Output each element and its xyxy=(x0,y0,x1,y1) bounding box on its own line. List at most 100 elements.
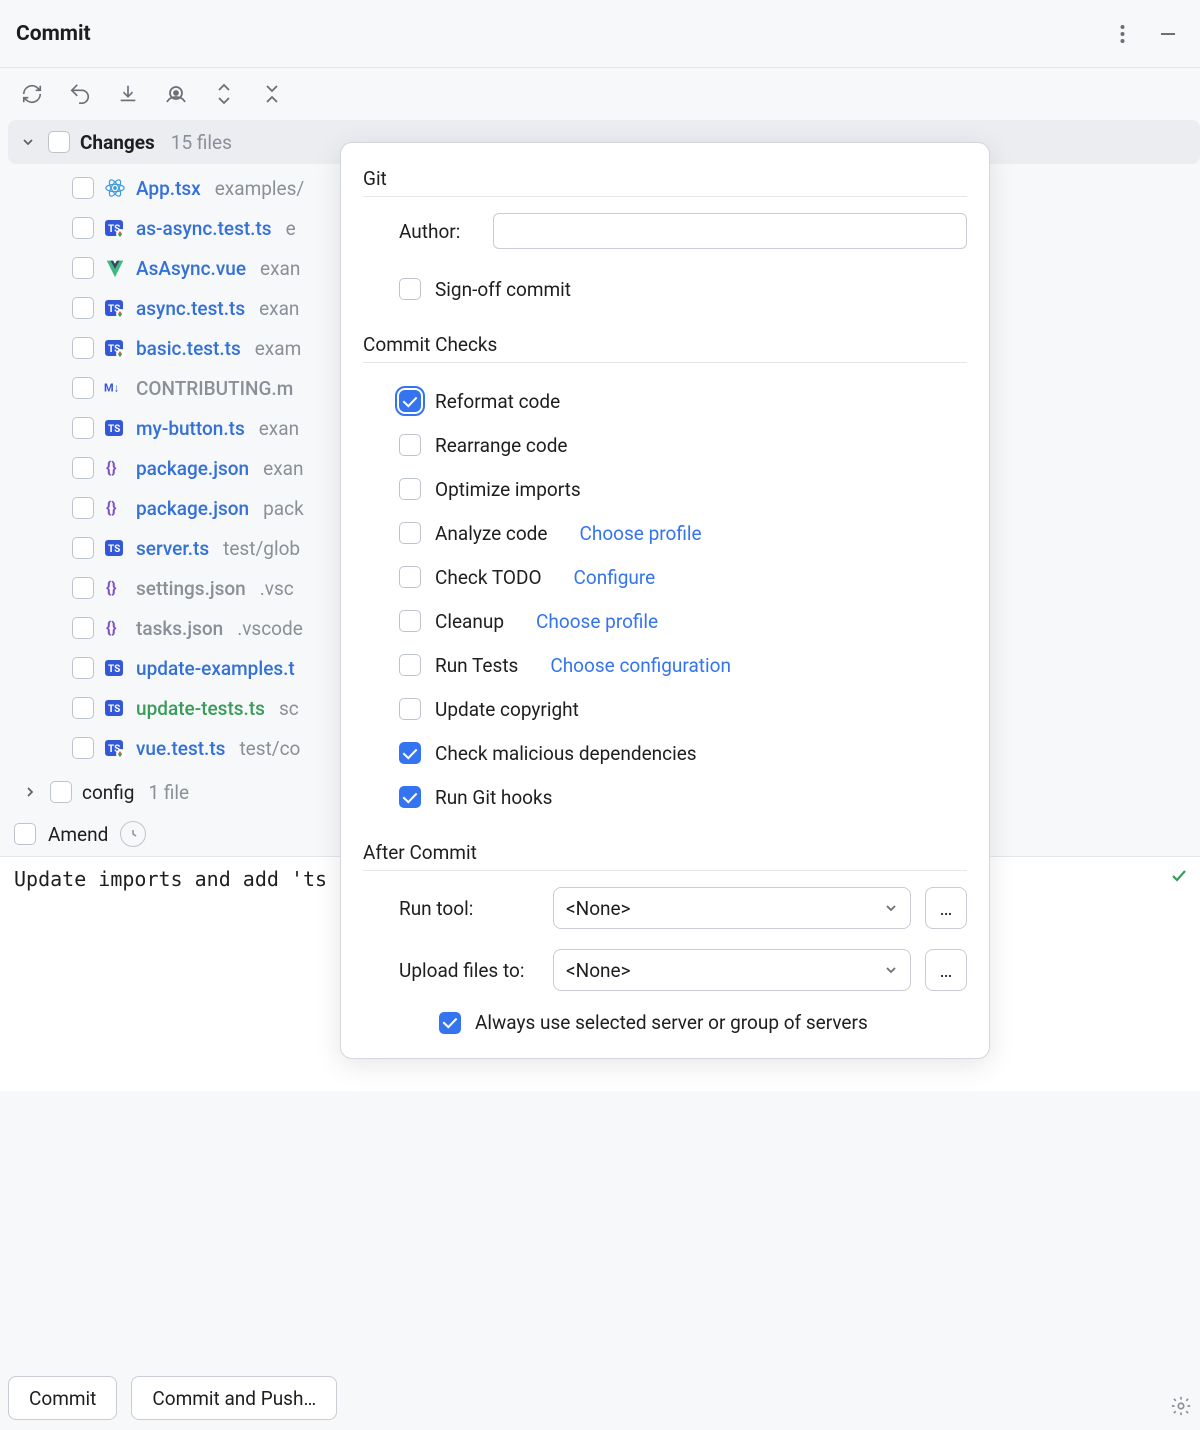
file-checkbox[interactable] xyxy=(72,657,94,679)
file-type-icon: TS xyxy=(104,697,126,719)
always-use-server-checkbox[interactable] xyxy=(439,1012,461,1034)
file-path: e xyxy=(286,217,296,240)
upload-value: <None> xyxy=(566,959,631,982)
file-name: vue.test.ts xyxy=(136,737,225,760)
upload-browse-button[interactable]: … xyxy=(925,949,967,991)
commit-and-push-button[interactable]: Commit and Push… xyxy=(131,1376,337,1420)
history-icon[interactable] xyxy=(120,821,146,847)
file-type-icon: {} xyxy=(104,577,126,599)
signoff-checkbox[interactable] xyxy=(399,278,421,300)
file-name: App.tsx xyxy=(136,177,201,200)
gear-icon[interactable] xyxy=(1170,1395,1192,1422)
file-checkbox[interactable] xyxy=(72,177,94,199)
file-checkbox[interactable] xyxy=(72,337,94,359)
shelve-icon[interactable] xyxy=(114,80,142,108)
svg-text:TS: TS xyxy=(108,544,120,555)
commit-check-checkbox[interactable] xyxy=(399,786,421,808)
commit-check-label: Cleanup xyxy=(435,610,504,633)
file-path: .vsc xyxy=(260,577,294,600)
undo-icon[interactable] xyxy=(66,80,94,108)
commit-check-checkbox[interactable] xyxy=(399,610,421,632)
commit-check-link[interactable]: Choose configuration xyxy=(550,654,731,677)
file-checkbox[interactable] xyxy=(72,737,94,759)
chevron-right-icon xyxy=(20,782,40,802)
commit-check-checkbox[interactable] xyxy=(399,742,421,764)
file-name: package.json xyxy=(136,497,249,520)
config-label: config xyxy=(82,781,134,804)
commit-check-row: Run Tests Choose configuration xyxy=(363,643,967,687)
commit-check-checkbox[interactable] xyxy=(399,478,421,500)
file-name: settings.json xyxy=(136,577,246,600)
kebab-menu-icon[interactable] xyxy=(1106,18,1138,50)
author-input[interactable] xyxy=(493,213,967,249)
chevron-down-icon xyxy=(18,132,38,152)
always-use-server-label: Always use selected server or group of s… xyxy=(475,1011,868,1034)
file-checkbox[interactable] xyxy=(72,217,94,239)
file-checkbox[interactable] xyxy=(72,297,94,319)
file-type-icon: TS xyxy=(104,537,126,559)
commit-check-label: Optimize imports xyxy=(435,478,581,501)
commit-options-popup: Git Author: Sign-off commit Commit Check… xyxy=(340,142,990,1059)
commit-check-checkbox[interactable] xyxy=(399,390,421,412)
refresh-icon[interactable] xyxy=(18,80,46,108)
changes-checkbox[interactable] xyxy=(48,131,70,153)
file-path: exan xyxy=(259,417,299,440)
commit-check-row: Optimize imports xyxy=(363,467,967,511)
run-tool-label: Run tool: xyxy=(399,897,539,920)
commit-check-label: Run Git hooks xyxy=(435,786,552,809)
file-type-icon xyxy=(104,177,126,199)
file-name: basic.test.ts xyxy=(136,337,241,360)
commit-check-row: Run Git hooks xyxy=(363,775,967,819)
commit-check-row: Analyze codeChoose profile xyxy=(363,511,967,555)
file-path: exan xyxy=(259,297,299,320)
file-name: AsAsync.vue xyxy=(136,257,246,280)
expand-collapse-icon[interactable] xyxy=(210,80,238,108)
upload-select[interactable]: <None> xyxy=(553,949,911,991)
run-tool-browse-button[interactable]: … xyxy=(925,887,967,929)
file-checkbox[interactable] xyxy=(72,577,94,599)
git-section-title: Git xyxy=(363,167,967,197)
commit-check-link[interactable]: Configure xyxy=(574,566,656,589)
minimize-icon[interactable] xyxy=(1152,18,1184,50)
commit-check-label: Check TODO xyxy=(435,566,542,589)
collapse-all-icon[interactable] xyxy=(258,80,286,108)
file-name: package.json xyxy=(136,457,249,480)
file-name: my-button.ts xyxy=(136,417,245,440)
commit-check-checkbox[interactable] xyxy=(399,566,421,588)
changes-label: Changes xyxy=(80,131,155,154)
run-tool-select[interactable]: <None> xyxy=(553,887,911,929)
file-type-icon: {} xyxy=(104,457,126,479)
commit-check-link[interactable]: Choose profile xyxy=(579,522,701,545)
file-checkbox[interactable] xyxy=(72,257,94,279)
file-checkbox[interactable] xyxy=(72,417,94,439)
commit-check-checkbox[interactable] xyxy=(399,522,421,544)
file-checkbox[interactable] xyxy=(72,497,94,519)
run-tool-value: <None> xyxy=(566,897,631,920)
commit-check-link[interactable]: Choose profile xyxy=(536,610,658,633)
svg-text:{}: {} xyxy=(106,578,117,597)
file-name: CONTRIBUTING.m xyxy=(136,377,293,400)
file-type-icon: TS xyxy=(104,417,126,439)
show-diff-icon[interactable] xyxy=(162,80,190,108)
commit-check-checkbox[interactable] xyxy=(399,698,421,720)
signoff-label: Sign-off commit xyxy=(435,278,571,301)
file-path: exan xyxy=(263,457,303,480)
svg-text:{}: {} xyxy=(106,618,117,637)
file-name: tasks.json xyxy=(136,617,223,640)
commit-check-label: Run Tests xyxy=(435,654,518,677)
file-checkbox[interactable] xyxy=(72,617,94,639)
commit-check-checkbox[interactable] xyxy=(399,654,421,676)
config-checkbox[interactable] xyxy=(50,781,72,803)
svg-text:TS: TS xyxy=(108,704,120,715)
file-checkbox[interactable] xyxy=(72,377,94,399)
commit-button[interactable]: Commit xyxy=(8,1376,117,1420)
file-checkbox[interactable] xyxy=(72,697,94,719)
file-checkbox[interactable] xyxy=(72,537,94,559)
file-checkbox[interactable] xyxy=(72,457,94,479)
file-type-icon xyxy=(104,257,126,279)
commit-check-row: Update copyright xyxy=(363,687,967,731)
commit-check-checkbox[interactable] xyxy=(399,434,421,456)
file-name: server.ts xyxy=(136,537,209,560)
file-path: .vscode xyxy=(237,617,303,640)
amend-checkbox[interactable] xyxy=(14,823,36,845)
